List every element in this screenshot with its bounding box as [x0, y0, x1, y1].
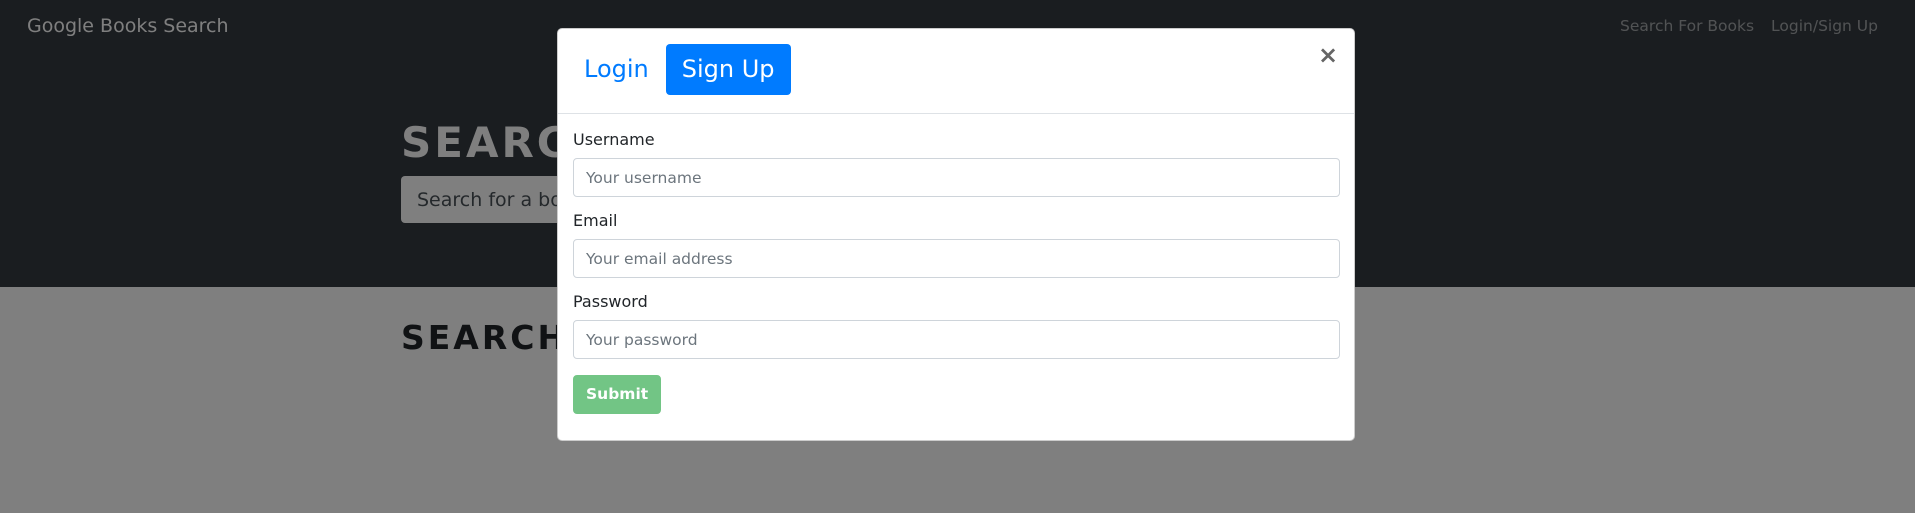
submit-button[interactable]: Submit	[573, 375, 662, 414]
username-input[interactable]	[573, 158, 1340, 197]
page: Google Books Search Search For Books Log…	[0, 0, 1915, 513]
email-input[interactable]	[573, 239, 1340, 278]
username-label: Username	[573, 130, 655, 149]
modal-tabs: Login Sign Up	[568, 44, 791, 95]
tab-signup[interactable]: Sign Up	[665, 44, 791, 95]
email-label: Email	[573, 211, 618, 230]
signup-form: Username Email Password Submit	[558, 114, 1354, 414]
username-group: Username	[573, 130, 1340, 197]
close-icon[interactable]: ×	[1316, 43, 1340, 67]
signup-modal: Login Sign Up × Username Email Password …	[557, 28, 1355, 441]
password-group: Password	[573, 292, 1340, 359]
modal-header: Login Sign Up ×	[558, 29, 1354, 114]
password-input[interactable]	[573, 320, 1340, 359]
email-group: Email	[573, 211, 1340, 278]
password-label: Password	[573, 292, 648, 311]
tab-login[interactable]: Login	[568, 44, 665, 95]
